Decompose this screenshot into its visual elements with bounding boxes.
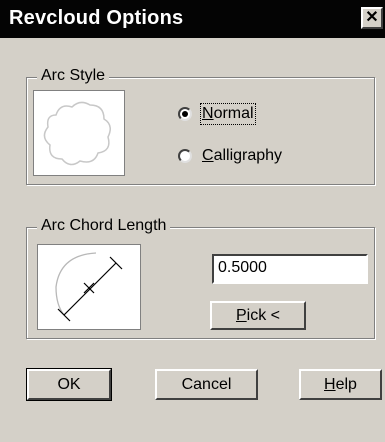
radio-normal-indicator[interactable] (178, 107, 192, 121)
cloud-preview (33, 90, 125, 176)
pick-button[interactable]: Pick < (210, 301, 306, 330)
close-icon: ✕ (365, 9, 379, 26)
revcloud-options-dialog: Revcloud Options ✕ Arc Style Normal Call… (0, 0, 385, 442)
arc-style-legend: Arc Style (37, 67, 110, 85)
radio-normal-label: Normal (200, 103, 256, 125)
window-title: Revcloud Options (9, 7, 184, 29)
cloud-preview-icon (43, 101, 111, 166)
radio-calligraphy-indicator[interactable] (178, 149, 192, 163)
radio-normal[interactable]: Normal (178, 103, 256, 125)
arc-style-group: Arc Style Normal Calligraphy (26, 67, 375, 185)
title-bar: Revcloud Options ✕ (0, 0, 385, 38)
radio-calligraphy[interactable]: Calligraphy (178, 147, 282, 165)
chord-preview-icon (55, 252, 123, 322)
help-button[interactable]: Help (299, 369, 382, 400)
arc-chord-length-legend: Arc Chord Length (37, 217, 171, 235)
radio-calligraphy-label: Calligraphy (202, 147, 283, 164)
close-button[interactable]: ✕ (361, 7, 383, 29)
arc-chord-length-input[interactable]: 0.5000 (212, 254, 368, 284)
chord-preview (37, 244, 141, 330)
cancel-button[interactable]: Cancel (155, 369, 258, 400)
ok-button[interactable]: OK (26, 368, 112, 401)
